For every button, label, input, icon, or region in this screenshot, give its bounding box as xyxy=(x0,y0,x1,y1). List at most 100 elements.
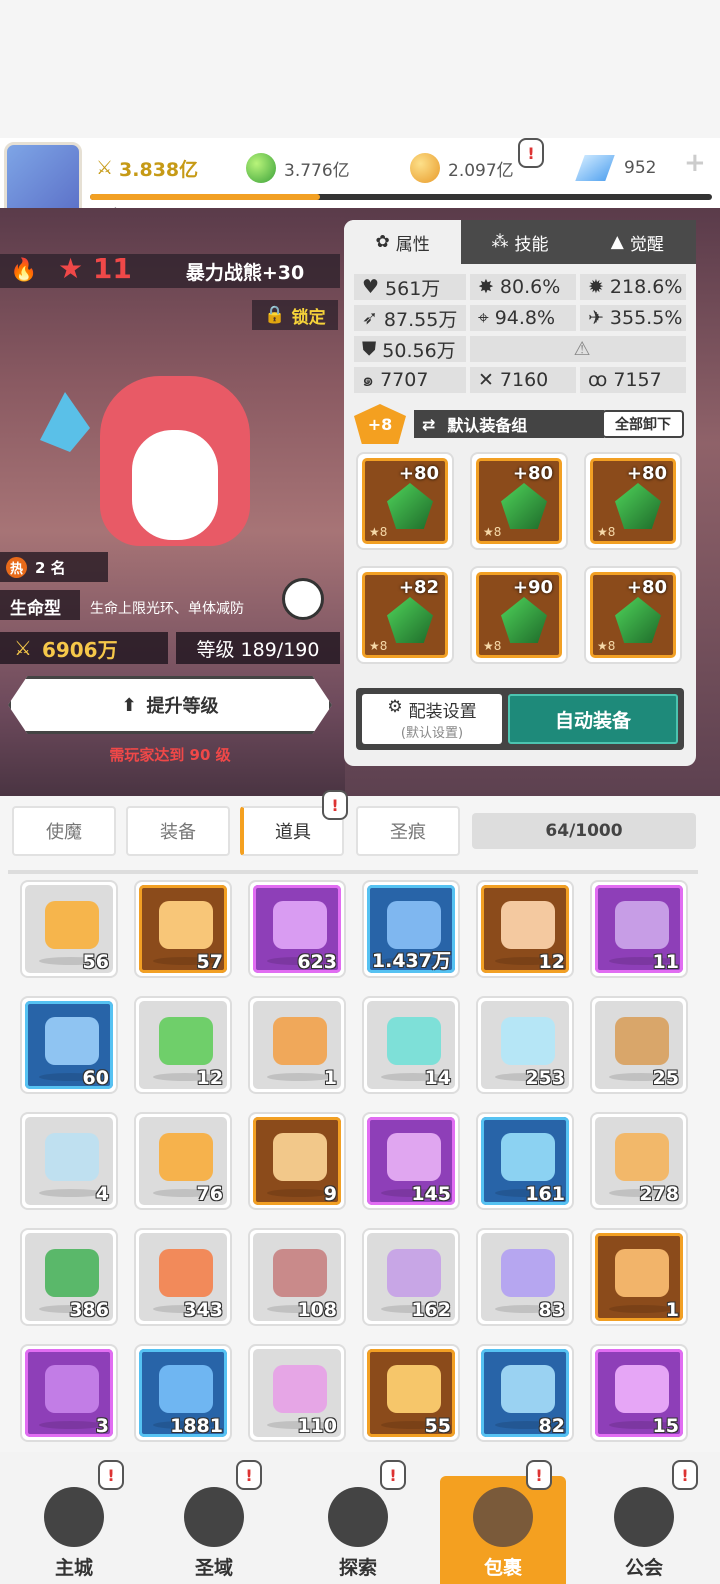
bag-item[interactable]: 25 xyxy=(590,996,688,1094)
bag-item[interactable]: 3 xyxy=(20,1344,118,1442)
green-currency[interactable]: 3.776亿 xyxy=(246,150,386,186)
lock-toggle[interactable]: 🔒 锁定 xyxy=(252,300,338,330)
auto-equip-button[interactable]: 自动装备 xyxy=(508,694,678,744)
equip-slot-boots[interactable]: +80 ★8 xyxy=(584,566,682,664)
bag-item[interactable]: 60 xyxy=(20,996,118,1094)
hero-name: 暴力战熊+30 xyxy=(185,262,305,284)
bag-item[interactable]: 55 xyxy=(362,1344,460,1442)
bag-item[interactable]: 76 xyxy=(134,1112,232,1210)
item-frame: 1.437万 xyxy=(367,885,455,973)
bag-tab-equipment[interactable]: 装备 xyxy=(126,806,230,856)
bag-item[interactable]: 83 xyxy=(476,1228,574,1326)
boots-icon xyxy=(615,597,661,643)
item-frame: 1881 xyxy=(139,1349,227,1437)
wing-icon: ✈ xyxy=(588,307,604,329)
equip-slot-crystal[interactable]: +90 ★8 xyxy=(470,566,568,664)
slot-plus: +80 xyxy=(626,577,667,598)
lock-icon: 🔒 xyxy=(264,305,286,325)
item-count: 83 xyxy=(538,1299,565,1321)
item-count: 1 xyxy=(665,1299,679,1321)
item-shadow xyxy=(609,1305,673,1313)
item-count: 56 xyxy=(82,951,109,973)
loadout-settings-button[interactable]: ⚙ 配装设置 (默认设置) xyxy=(362,694,502,744)
bag-item[interactable]: 57 xyxy=(134,880,232,978)
bag-item[interactable]: 1881 xyxy=(134,1344,232,1442)
swap-hero-icon[interactable] xyxy=(282,578,324,620)
hero-belly xyxy=(132,430,218,540)
tab-attributes[interactable]: ✿ 属性 xyxy=(344,220,462,264)
bag-item[interactable]: 15 xyxy=(590,1344,688,1442)
dagger-icon: ➶ xyxy=(362,307,378,329)
item-icon xyxy=(501,1249,555,1297)
bag-item[interactable]: 162 xyxy=(362,1228,460,1326)
bag-item[interactable]: 4 xyxy=(20,1112,118,1210)
bag-tab-stigma[interactable]: 圣痕 xyxy=(356,806,460,856)
item-frame: 25 xyxy=(595,1001,683,1089)
item-frame: 623 xyxy=(253,885,341,973)
bag-item[interactable]: 12 xyxy=(134,996,232,1094)
stat-speed: ✈ 355.5% xyxy=(580,305,686,331)
bag-item[interactable]: 623 xyxy=(248,880,346,978)
item-count: 343 xyxy=(183,1299,223,1321)
bag-item[interactable]: 1 xyxy=(590,1228,688,1326)
upgrade-level-button[interactable]: ⬆ 提升等级 xyxy=(8,676,332,734)
item-icon xyxy=(159,1249,213,1297)
heart-icon: ♥ xyxy=(362,276,380,298)
equip-slot-helmet[interactable]: +80 ★8 xyxy=(470,452,568,550)
nav-bag[interactable]: 包裹 xyxy=(440,1476,566,1584)
slot-plus: +90 xyxy=(512,577,553,598)
stat-element-b: ✕ 7160 xyxy=(470,367,576,393)
diamond-currency[interactable]: 952 xyxy=(575,150,700,186)
bag-item[interactable]: 278 xyxy=(590,1112,688,1210)
item-frame: 253 xyxy=(481,1001,569,1089)
warning-icon: ⚠ xyxy=(573,338,591,360)
item-frame: 14 xyxy=(367,1001,455,1089)
bag-item[interactable]: 82 xyxy=(476,1344,574,1442)
item-frame: 110 xyxy=(253,1349,341,1437)
bag-item[interactable]: 108 xyxy=(248,1228,346,1326)
notice-badge: ! xyxy=(236,1460,262,1490)
bag-item[interactable]: 14 xyxy=(362,996,460,1094)
bag-item[interactable]: 110 xyxy=(248,1344,346,1442)
bag-item[interactable]: 12 xyxy=(476,880,574,978)
swirl-icon: ๑ xyxy=(362,369,375,391)
bag-item[interactable]: 386 xyxy=(20,1228,118,1326)
hero-power: ⚔ 6906万 xyxy=(0,632,168,664)
item-frame: 161 xyxy=(481,1117,569,1205)
bag-tab-pets[interactable]: 使魔 xyxy=(12,806,116,856)
item-icon xyxy=(615,1017,669,1065)
tab-skills[interactable]: ⁂ 技能 xyxy=(461,220,579,264)
equip-slot-belt[interactable]: +82 ★8 xyxy=(356,566,454,664)
unequip-all-button[interactable]: 全部卸下 xyxy=(602,410,684,438)
bag-item[interactable]: 253 xyxy=(476,996,574,1094)
stat-crit: ✸ 80.6% xyxy=(470,274,576,300)
equip-slot-armor[interactable]: +80 ★8 xyxy=(584,452,682,550)
helmet-icon xyxy=(501,483,547,529)
item-icon xyxy=(45,1365,99,1413)
bag-item[interactable]: 1.437万 xyxy=(362,880,460,978)
target-icon: ⌖ xyxy=(478,307,489,329)
item-icon xyxy=(273,1249,327,1297)
tab-awaken[interactable]: ▲ 觉醒 xyxy=(578,220,696,264)
item-frame: 57 xyxy=(139,885,227,973)
hero-star: ★ 11 xyxy=(58,252,132,285)
bag-item[interactable]: 343 xyxy=(134,1228,232,1326)
notice-badge: ! xyxy=(98,1460,124,1490)
diamond-icon xyxy=(575,155,615,181)
bag-item[interactable]: 11 xyxy=(590,880,688,978)
bag-item[interactable]: 145 xyxy=(362,1112,460,1210)
bag-item[interactable]: 161 xyxy=(476,1112,574,1210)
castle-icon xyxy=(44,1487,104,1547)
bag-item[interactable]: 56 xyxy=(20,880,118,978)
item-icon xyxy=(615,1249,669,1297)
item-count: 9 xyxy=(323,1183,337,1205)
add-diamond-icon[interactable]: + xyxy=(684,148,706,178)
equip-group-selector[interactable]: ⇄ 默认装备组 xyxy=(414,410,604,438)
equip-slot-weapon[interactable]: +80 ★8 xyxy=(356,452,454,550)
item-count: 55 xyxy=(424,1415,451,1437)
bag-item[interactable]: 1 xyxy=(248,996,346,1094)
slot-plus: +82 xyxy=(398,577,439,598)
bag-item[interactable]: 9 xyxy=(248,1112,346,1210)
item-frame: 108 xyxy=(253,1233,341,1321)
item-count: 1.437万 xyxy=(371,950,451,972)
